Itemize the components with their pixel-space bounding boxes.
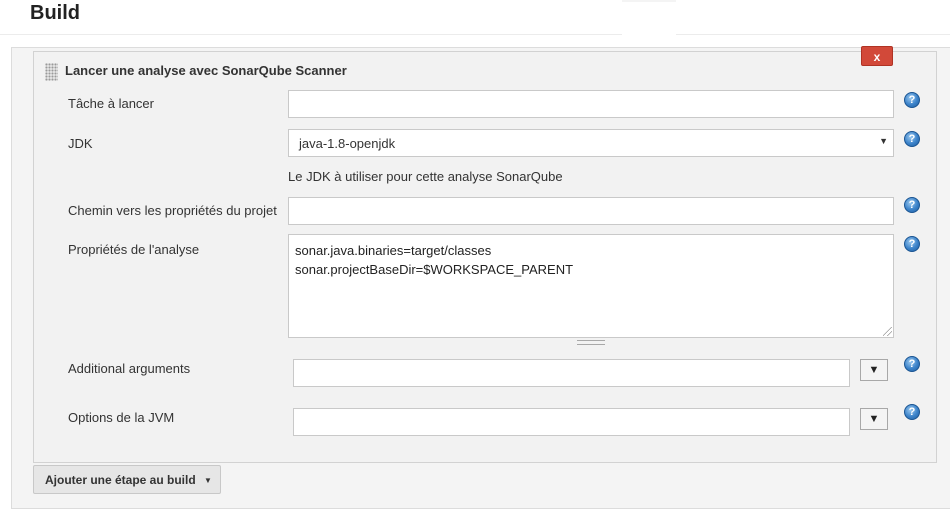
help-icon[interactable]: ? xyxy=(904,131,920,147)
drag-handle-icon[interactable] xyxy=(45,63,58,81)
header-divider xyxy=(676,34,950,35)
jdk-help-text: Le JDK à utiliser pour cette analyse Son… xyxy=(288,169,563,184)
jvm-options-input[interactable] xyxy=(293,408,850,436)
help-icon[interactable]: ? xyxy=(904,356,920,372)
textarea-line: sonar.java.binaries=target/classes xyxy=(295,243,492,258)
additional-arguments-input[interactable] xyxy=(293,359,850,387)
chevron-down-icon: ▼ xyxy=(204,476,212,485)
jdk-selected-value: java-1.8-openjdk xyxy=(299,136,396,151)
analysis-properties-textarea[interactable]: sonar.java.binaries=target/classes sonar… xyxy=(288,234,894,338)
header-divider xyxy=(0,34,622,35)
analysis-properties-label: Propriétés de l'analyse xyxy=(68,242,200,257)
add-build-step-button[interactable]: Ajouter une étape au build ▼ xyxy=(33,465,221,494)
textarea-resize-grip[interactable] xyxy=(577,340,605,345)
jdk-label: JDK xyxy=(68,136,93,151)
jdk-select[interactable]: java-1.8-openjdk ▼ xyxy=(288,129,894,157)
section-title: Build xyxy=(30,2,80,24)
jvm-options-label: Options de la JVM xyxy=(68,410,175,425)
header-divider xyxy=(622,0,676,2)
properties-path-label: Chemin vers les propriétés du projet xyxy=(68,203,277,218)
add-build-step-label: Ajouter une étape au build xyxy=(45,473,196,487)
help-icon[interactable]: ? xyxy=(904,197,920,213)
build-step-title: Lancer une analyse avec SonarQube Scanne… xyxy=(65,63,347,78)
help-icon[interactable]: ? xyxy=(904,92,920,108)
help-icon[interactable]: ? xyxy=(904,236,920,252)
delete-step-button[interactable]: x xyxy=(861,46,893,66)
expand-dropdown-button[interactable]: ▼ xyxy=(860,359,888,381)
task-input[interactable] xyxy=(288,90,894,118)
help-icon[interactable]: ? xyxy=(904,404,920,420)
chevron-down-icon: ▼ xyxy=(879,136,888,146)
task-label: Tâche à lancer xyxy=(68,96,154,111)
resize-corner-icon[interactable] xyxy=(883,327,892,336)
properties-path-input[interactable] xyxy=(288,197,894,225)
additional-arguments-label: Additional arguments xyxy=(68,361,191,376)
expand-dropdown-button[interactable]: ▼ xyxy=(860,408,888,430)
textarea-line: sonar.projectBaseDir=$WORKSPACE_PARENT xyxy=(295,262,574,277)
